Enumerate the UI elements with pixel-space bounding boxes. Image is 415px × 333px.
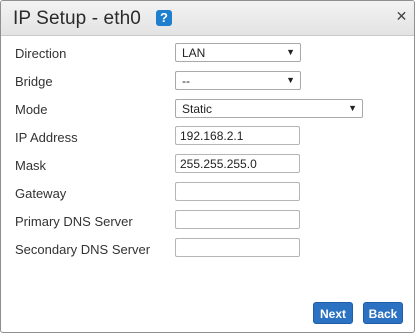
direction-value: LAN <box>182 46 206 60</box>
mask-input[interactable] <box>175 154 300 173</box>
back-button[interactable]: Back <box>363 302 403 324</box>
mode-value: Static <box>182 102 213 116</box>
ip-address-input[interactable] <box>175 126 300 145</box>
help-icon[interactable]: ? <box>156 10 172 26</box>
gateway-label: Gateway <box>15 186 67 201</box>
next-button[interactable]: Next <box>313 302 353 324</box>
close-icon[interactable]: ✕ <box>395 9 408 23</box>
chevron-down-icon: ▼ <box>348 103 357 113</box>
chevron-down-icon: ▼ <box>286 47 295 57</box>
dialog-titlebar[interactable]: IP Setup - eth0 ? ✕ <box>1 1 414 36</box>
mask-label: Mask <box>15 158 47 173</box>
ip-setup-dialog: IP Setup - eth0 ? ✕ Direction LAN ▼ Brid… <box>0 0 415 333</box>
secondary-dns-input[interactable] <box>175 238 300 257</box>
mode-select[interactable]: Static ▼ <box>175 99 363 118</box>
direction-select[interactable]: LAN ▼ <box>175 43 301 62</box>
primary-dns-label: Primary DNS Server <box>15 214 133 229</box>
bridge-label: Bridge <box>15 74 53 89</box>
primary-dns-input[interactable] <box>175 210 300 229</box>
ip-address-label: IP Address <box>15 130 78 145</box>
chevron-down-icon: ▼ <box>286 75 295 85</box>
gateway-input[interactable] <box>175 182 300 201</box>
mode-label: Mode <box>15 102 48 117</box>
direction-label: Direction <box>15 46 67 61</box>
secondary-dns-label: Secondary DNS Server <box>15 242 151 257</box>
dialog-title: IP Setup - eth0 <box>13 8 141 29</box>
bridge-value: -- <box>182 74 190 88</box>
bridge-select[interactable]: -- ▼ <box>175 71 301 90</box>
